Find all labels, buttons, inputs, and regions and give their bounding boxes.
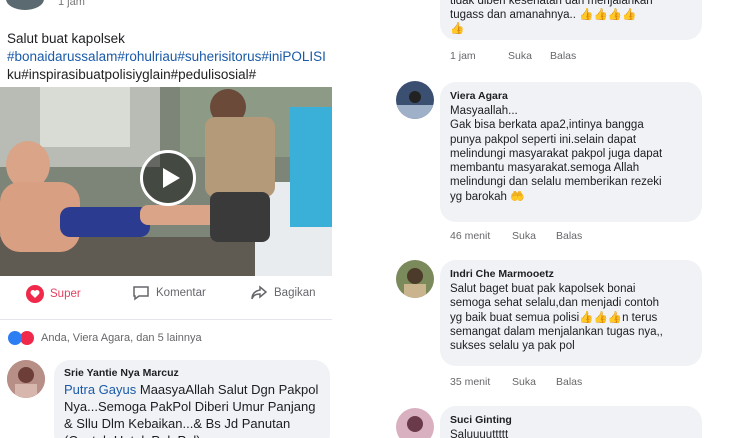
commenter-name[interactable]: Indri Che Marmooetz bbox=[450, 268, 554, 280]
panel-divider bbox=[352, 0, 360, 438]
comment-icon bbox=[133, 286, 149, 301]
avatar-image bbox=[396, 260, 434, 298]
reply-link[interactable]: Balas bbox=[550, 50, 576, 62]
comment-label: Komentar bbox=[156, 287, 206, 299]
commenter-name[interactable]: Viera Agara bbox=[450, 90, 508, 102]
post-video[interactable] bbox=[0, 87, 332, 276]
comment-text: Saluuuuttttt bbox=[450, 429, 509, 438]
comment-meta: 46 menit Suka Balas bbox=[450, 230, 582, 242]
like-reaction-icon bbox=[8, 331, 22, 345]
mention-link[interactable]: Putra Gayus bbox=[64, 382, 136, 397]
avatar-image bbox=[396, 408, 434, 438]
commenter-name[interactable]: Srie Yantie Nya Marcuz bbox=[64, 367, 179, 379]
comment-text: tugass dan amanahnya.. 👍👍👍👍 👍 bbox=[450, 9, 637, 36]
post-time: 1 jam bbox=[58, 0, 85, 8]
comment-text: Putra Gayus MaasyaAllah Salut Dgn Pakpol… bbox=[64, 381, 326, 438]
super-button[interactable]: Super bbox=[26, 285, 81, 303]
comment-time: 1 jam bbox=[450, 50, 476, 62]
heart-icon bbox=[26, 285, 44, 303]
reactions-summary[interactable]: Anda, Viera Agara, dan 5 lainnya bbox=[8, 330, 202, 346]
avatar-image bbox=[396, 81, 434, 119]
avatar[interactable] bbox=[396, 260, 434, 298]
play-button[interactable] bbox=[140, 150, 196, 206]
avatar-image bbox=[7, 360, 45, 398]
caption-hashtags[interactable]: #bonaidarussalam#rohulriau#suherisitorus… bbox=[7, 48, 337, 66]
avatar[interactable] bbox=[396, 81, 434, 119]
comments-panel: tidak diberi kesehatan dan menjalankan t… bbox=[370, 0, 730, 438]
post-actions: Super Komentar Bagikan bbox=[0, 285, 332, 311]
caption-hashtags-cont[interactable]: ku#inspirasibuatpolisiyglain#pedulisosia… bbox=[7, 66, 337, 84]
avatar[interactable] bbox=[396, 408, 434, 438]
avatar[interactable] bbox=[7, 360, 45, 398]
poster-avatar[interactable] bbox=[6, 0, 44, 10]
share-button[interactable]: Bagikan bbox=[250, 285, 316, 301]
reply-link[interactable]: Balas bbox=[556, 230, 582, 242]
reply-link[interactable]: Balas bbox=[556, 376, 582, 388]
like-link[interactable]: Suka bbox=[508, 50, 550, 62]
comment-time: 35 menit bbox=[450, 376, 491, 388]
comment-meta: 1 jam Suka Balas bbox=[450, 50, 576, 62]
divider bbox=[0, 319, 332, 320]
comment-time: 46 menit bbox=[450, 230, 491, 242]
post-caption: Salut buat kapolsek #bonaidarussalam#roh… bbox=[7, 30, 337, 84]
post-panel: 1 jam Salut buat kapolsek #bonaidarussal… bbox=[0, 0, 345, 438]
share-label: Bagikan bbox=[274, 287, 316, 299]
like-link[interactable]: Suka bbox=[512, 376, 556, 388]
share-icon bbox=[251, 285, 268, 300]
reactions-text: Anda, Viera Agara, dan 5 lainnya bbox=[41, 332, 202, 344]
like-link[interactable]: Suka bbox=[512, 230, 556, 242]
commenter-name[interactable]: Suci Ginting bbox=[450, 414, 512, 426]
comment-button[interactable]: Komentar bbox=[132, 285, 206, 301]
comment-text: Salut baget buat pak kapolsek bonai semo… bbox=[450, 283, 663, 353]
comment-meta: 35 menit Suka Balas bbox=[450, 376, 582, 388]
caption-text: Salut buat kapolsek bbox=[7, 31, 125, 46]
super-label: Super bbox=[50, 288, 81, 300]
comment-text: Masyaallah... Gak bisa berkata apa2,inti… bbox=[450, 105, 663, 203]
